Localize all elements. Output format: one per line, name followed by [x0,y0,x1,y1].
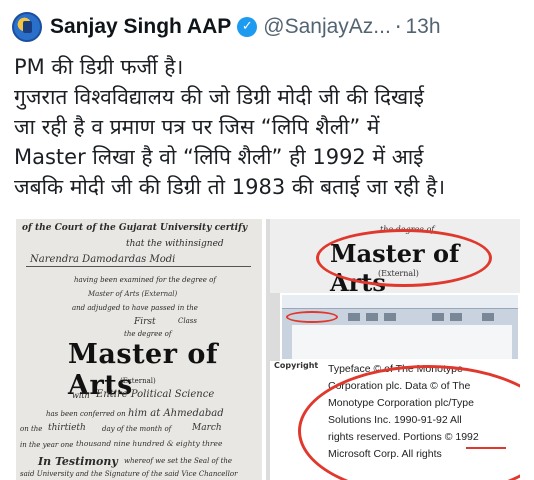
certificate-name: Narendra Damodardas Modi [30,254,176,265]
toolbar-button-icon [450,313,462,321]
certificate-day: thirtieth [48,423,86,433]
certificate-image: of the Court of the Gujarat University c… [16,219,266,480]
avatar[interactable] [12,12,42,42]
font-menu-screenshot [280,293,520,361]
certificate-subject: Entire Political Science [96,389,215,400]
certificate-withinsigned: that the withinsigned [126,239,224,249]
tweet-text: PM की डिग्री फर्जी है। गुजरात विश्वविद्य… [14,52,524,202]
certificate-signature-line: said University and the Signature of the… [20,470,238,478]
certificate-conferred: has been conferred on [46,410,126,418]
toolbar-button-icon [384,313,396,321]
certificate-conferred-on: him at Ahmedabad [128,408,224,419]
author-name[interactable]: Sanjay Singh AAP [50,15,231,39]
tweet-text-line: जा रही है व प्रमाण पत्र पर जिस “लिपि शैल… [14,115,380,139]
certificate-on-the: on the [20,425,43,433]
toolbar-button-icon [432,313,444,321]
tweet-card[interactable]: Sanjay Singh AAP ✓ @SanjayAz... · 13h PM… [0,0,534,480]
red-highlight-box [286,311,338,323]
certificate-external: (External) [120,377,156,385]
certificate-year-prefix: in the year one [20,441,74,449]
certificate-class: First [134,317,156,327]
toolbar-button-icon [366,313,378,321]
toolbar-button-icon [482,313,494,321]
verified-badge-icon: ✓ [237,17,258,37]
degree-title-crop: the degree of Master of Arts (External) [270,219,520,293]
certificate-testimony-rest: whereof we set the Seal of the [124,457,233,465]
certificate-day-of: day of the month of [102,425,172,433]
author-handle[interactable]: @SanjayAz... [263,15,391,39]
copyright-label: Copyright [274,361,319,370]
tweet-text-line: गुजरात विश्वविद्यालय की जो डिग्री मोदी ज… [14,85,424,109]
red-highlight-oval [316,229,492,287]
certificate-rule [26,266,251,267]
certificate-year: thousand nine hundred & eighty three [76,439,223,448]
certificate-testimony: In Testimony [38,455,118,468]
tweet-text-line: PM की डिग्री फर्जी है। [14,55,184,79]
certificate-degree-of: the degree of [124,330,172,338]
certificate-class-suffix: Class [178,317,197,325]
certificate-examined: having been examined for the degree of [74,276,216,284]
separator-dot: · [394,15,402,39]
certificate-header: of the Court of the Gujarat University c… [22,223,248,233]
certificate-adjudged: and adjudged to have passed in the [72,304,198,312]
certificate-degree-small: Master of Arts (External) [88,290,178,298]
tweet-timestamp[interactable]: 13h [406,15,441,39]
red-underline [466,447,506,449]
document-area [292,325,512,359]
tweet-media[interactable]: of the Court of the Gujarat University c… [16,219,520,480]
toolbar-strip [282,295,518,309]
toolbar-button-icon [348,313,360,321]
certificate-month: March [192,423,222,433]
certificate-with: with [72,391,90,400]
tweet-text-line: जबकि मोदी जी की डिग्री तो 1983 की बताई ज… [14,175,446,199]
tweet-text-line: Master लिखा है वो “लिपि शैली” ही 1992 मे… [14,145,424,169]
copyright-crop: Copyright Typeface © of The Monotype Cor… [270,361,520,480]
tweet-header: Sanjay Singh AAP ✓ @SanjayAz... · 13h [12,9,441,45]
